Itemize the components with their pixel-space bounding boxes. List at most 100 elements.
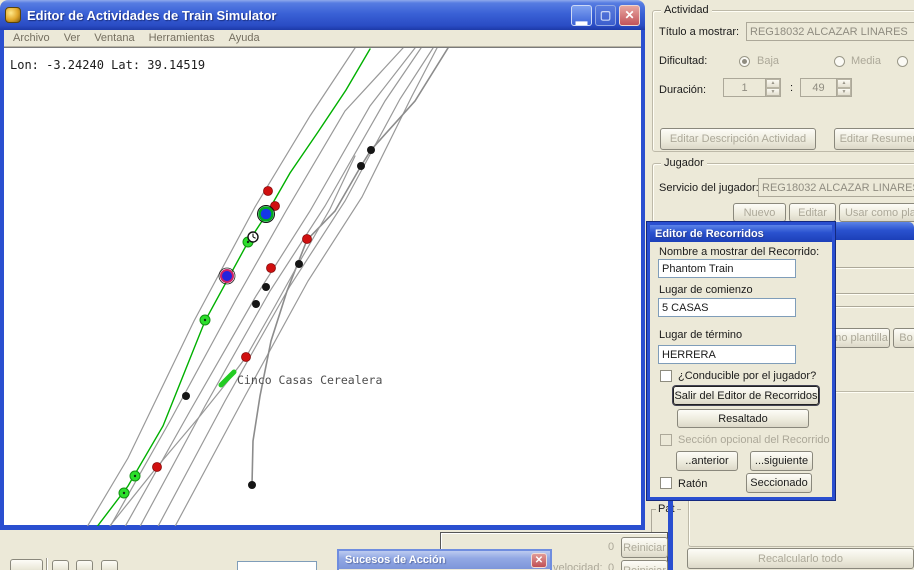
track-line[interactable]	[137, 48, 421, 526]
status-row1-value: 0	[608, 541, 614, 553]
drivable-checkbox[interactable]	[660, 370, 672, 382]
close-button[interactable]: ✕	[619, 5, 640, 26]
marker-black[interactable]	[357, 162, 365, 170]
highlight-button[interactable]: Resaltado	[677, 409, 809, 428]
marker-black[interactable]	[367, 146, 375, 154]
duration-minutes-arrows: ▲▼	[836, 79, 851, 96]
edit-summary-button: Editar Resumen	[834, 128, 914, 150]
marker-black[interactable]	[262, 283, 270, 291]
menu-item-ayuda[interactable]: Ayuda	[229, 32, 260, 44]
route-editor-titlebar[interactable]: Editor de Recorridos	[650, 225, 832, 242]
mouse-checkbox-label: Ratón	[678, 478, 707, 490]
marker-blue-red-ring[interactable]	[221, 270, 233, 282]
minimize-button[interactable]: ▬	[571, 5, 592, 26]
optional-section-checkbox	[660, 434, 672, 446]
track-line[interactable]	[155, 48, 433, 526]
marker-green-center[interactable]	[204, 319, 206, 321]
edit-description-button: Editar Descripción Actividad	[660, 128, 816, 150]
track-line[interactable]	[84, 48, 355, 526]
marker-black[interactable]	[248, 481, 256, 489]
action-events-window: Sucesos de Acción ✕	[337, 549, 552, 570]
menu-item-ventana[interactable]: Ventana	[94, 32, 134, 44]
player-edit-button: Editar	[789, 203, 836, 222]
spin-down-icon: ▼	[837, 88, 851, 97]
player-service-label: Servicio del jugador:	[659, 182, 759, 194]
activity-title-label: Título a mostrar:	[659, 26, 739, 38]
bottom-toolbar-button-1[interactable]	[10, 559, 43, 570]
highlighted-route-track[interactable]	[93, 49, 370, 526]
marker-green-center[interactable]	[134, 475, 136, 477]
exit-route-editor-button[interactable]: Salir del Editor de Recorridos	[673, 386, 819, 405]
route-end-label: Lugar de término	[659, 329, 742, 341]
duration-minutes-value: 49	[801, 79, 836, 96]
next-button[interactable]: ...siguiente	[750, 451, 813, 471]
action-events-close-button[interactable]: ✕	[531, 553, 547, 568]
main-menubar: Archivo Ver Ventana Herramientas Ayuda	[4, 30, 641, 47]
route-start-input[interactable]: 5 CASAS	[658, 298, 796, 317]
route-end-input[interactable]: HERRERA	[658, 345, 796, 364]
drivable-checkbox-label: ¿Conducible por el jugador?	[678, 370, 816, 382]
toolbar-separator	[46, 558, 48, 570]
spin-up-icon: ▲	[837, 79, 851, 88]
maximize-button[interactable]: ▢	[595, 5, 616, 26]
menu-item-herramientas[interactable]: Herramientas	[149, 32, 215, 44]
marker-red[interactable]	[303, 235, 312, 244]
duration-separator: :	[790, 82, 793, 94]
marker-black[interactable]	[295, 260, 303, 268]
marker-red[interactable]	[153, 463, 162, 472]
marker-black[interactable]	[182, 392, 190, 400]
map-client-area[interactable]: Lon: -3.24240 Lat: 39.14519 Cinco Casas …	[4, 47, 641, 525]
route-name-label: Nombre a mostrar del Recorrido:	[659, 246, 819, 258]
route-start-label: Lugar de comienzo	[659, 284, 753, 296]
activity-group-label: Actividad	[661, 4, 712, 16]
marker-red[interactable]	[242, 353, 251, 362]
track-line[interactable]	[107, 48, 403, 526]
marker-red[interactable]	[264, 187, 273, 196]
action-events-titlebar[interactable]: Sucesos de Acción ✕	[339, 551, 550, 569]
status-row2-value: 0	[608, 562, 614, 570]
difficulty-radio-high	[897, 56, 908, 67]
marker-red[interactable]	[267, 264, 276, 273]
main-window-titlebar[interactable]: Editor de Actividades de Train Simulator…	[0, 0, 645, 30]
menu-item-archivo[interactable]: Archivo	[13, 32, 50, 44]
close-icon: ✕	[535, 555, 543, 566]
route-map-canvas[interactable]	[4, 48, 641, 526]
marker-green-center[interactable]	[247, 241, 249, 243]
bottom-toolbar-button-2[interactable]	[52, 560, 69, 570]
station-label: Cinco Casas Cerealera	[237, 373, 382, 387]
bottom-toolbar-combobox[interactable]	[237, 561, 317, 570]
spin-down-icon: ▼	[766, 88, 780, 97]
duration-hours-spinner: 1 ▲▼	[723, 78, 781, 97]
bottom-toolbar-button-3[interactable]	[76, 560, 93, 570]
player-group-label: Jugador	[661, 157, 707, 169]
bottom-toolbar-button-4[interactable]	[101, 560, 118, 570]
app-icon	[5, 7, 21, 23]
difficulty-radio-low	[739, 56, 750, 67]
status-row2-reset-button: Reiniciar	[621, 560, 668, 570]
activity-title-input: REG18032 ALCAZAR LINARES	[746, 22, 914, 41]
marker-black[interactable]	[252, 300, 260, 308]
screen: { "window": { "title": "Editor de Activi…	[0, 0, 914, 570]
main-window-right-border	[641, 30, 645, 530]
menu-item-ver[interactable]: Ver	[64, 32, 81, 44]
difficulty-radio-low-label: Baja	[757, 55, 779, 67]
sectioned-button[interactable]: Seccionado	[746, 473, 812, 493]
route-name-input[interactable]: Phantom Train	[658, 259, 796, 278]
status-row1-reset-button: Reiniciar	[621, 537, 668, 558]
previous-button[interactable]: ..anterior	[676, 451, 738, 471]
marker-blue-green-ring[interactable]	[260, 208, 273, 221]
duration-minutes-spinner: 49 ▲▼	[800, 78, 852, 97]
difficulty-radio-medium-label: Media	[851, 55, 881, 67]
marker-green-center[interactable]	[123, 492, 125, 494]
player-use-as-template-button: Usar como plant	[839, 203, 914, 222]
minimize-icon: ▬	[576, 18, 588, 25]
map-coordinates: Lon: -3.24240 Lat: 39.14519	[10, 58, 205, 72]
difficulty-radio-medium	[834, 56, 845, 67]
duration-label: Duración:	[659, 84, 706, 96]
mouse-checkbox[interactable]	[660, 477, 672, 489]
track-line[interactable]	[252, 48, 448, 485]
maximize-icon: ▢	[600, 8, 611, 22]
delete-button-fragment: Bo	[893, 328, 914, 348]
use-as-template-button-fragment: mo plantilla	[830, 328, 890, 348]
optional-section-checkbox-label: Sección opcional del Recorrido	[678, 434, 830, 446]
